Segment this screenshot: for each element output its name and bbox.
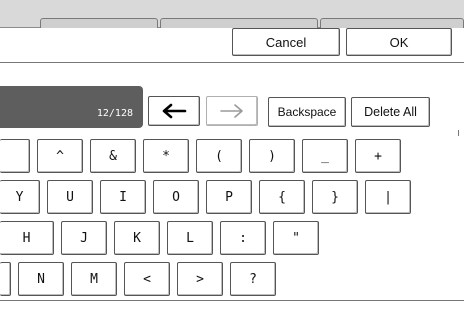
keyboard-key[interactable]: } xyxy=(312,180,358,214)
ok-button[interactable]: OK xyxy=(346,28,452,56)
keyboard-key[interactable]: P xyxy=(206,180,252,214)
keyboard-key[interactable]: : xyxy=(220,221,266,255)
keyboard-key[interactable]: U xyxy=(47,180,93,214)
character-counter: 12/128 xyxy=(96,108,133,119)
keyboard-key[interactable]: < xyxy=(124,262,170,296)
text-input-field[interactable]: 12/128 xyxy=(0,86,143,128)
arrow-left-icon xyxy=(161,103,187,119)
keyboard-key[interactable]: > xyxy=(177,262,223,296)
cursor-right-button[interactable] xyxy=(206,96,258,126)
tab-1[interactable] xyxy=(40,18,158,28)
tab-3[interactable] xyxy=(320,18,464,28)
keyboard-key[interactable]: | xyxy=(365,180,411,214)
backspace-button[interactable]: Backspace xyxy=(268,97,346,127)
keyboard-key[interactable]: M xyxy=(71,262,117,296)
keyboard-key[interactable]: + xyxy=(355,139,401,173)
keyboard-key[interactable]: " xyxy=(273,221,319,255)
delete-all-button[interactable]: Delete All xyxy=(351,97,430,127)
keyboard-key[interactable]: { xyxy=(259,180,305,214)
keyboard-key[interactable]: _ xyxy=(302,139,348,173)
divider xyxy=(458,130,459,136)
cancel-button[interactable]: Cancel xyxy=(232,28,340,56)
tab-2[interactable] xyxy=(160,18,318,28)
keyboard-key[interactable]: Y xyxy=(0,180,40,214)
keyboard-key[interactable]: N xyxy=(18,262,64,296)
keyboard-key[interactable]: & xyxy=(90,139,136,173)
arrow-right-icon xyxy=(219,103,245,119)
keyboard-key[interactable]: ( xyxy=(196,139,242,173)
keyboard-key[interactable]: I xyxy=(100,180,146,214)
keyboard-key[interactable]: K xyxy=(114,221,160,255)
divider xyxy=(0,62,464,63)
keyboard-key[interactable] xyxy=(0,139,30,173)
keyboard-key[interactable]: H xyxy=(0,221,54,255)
keyboard-key[interactable] xyxy=(0,262,11,296)
cursor-left-button[interactable] xyxy=(148,96,200,126)
keyboard-key[interactable]: ? xyxy=(230,262,276,296)
divider xyxy=(0,300,464,301)
keyboard-key[interactable]: L xyxy=(167,221,213,255)
keyboard-key[interactable]: ^ xyxy=(37,139,83,173)
keyboard-key[interactable]: ) xyxy=(249,139,295,173)
keyboard-key[interactable]: * xyxy=(143,139,189,173)
keyboard-key[interactable]: O xyxy=(153,180,199,214)
keyboard-key[interactable]: J xyxy=(61,221,107,255)
